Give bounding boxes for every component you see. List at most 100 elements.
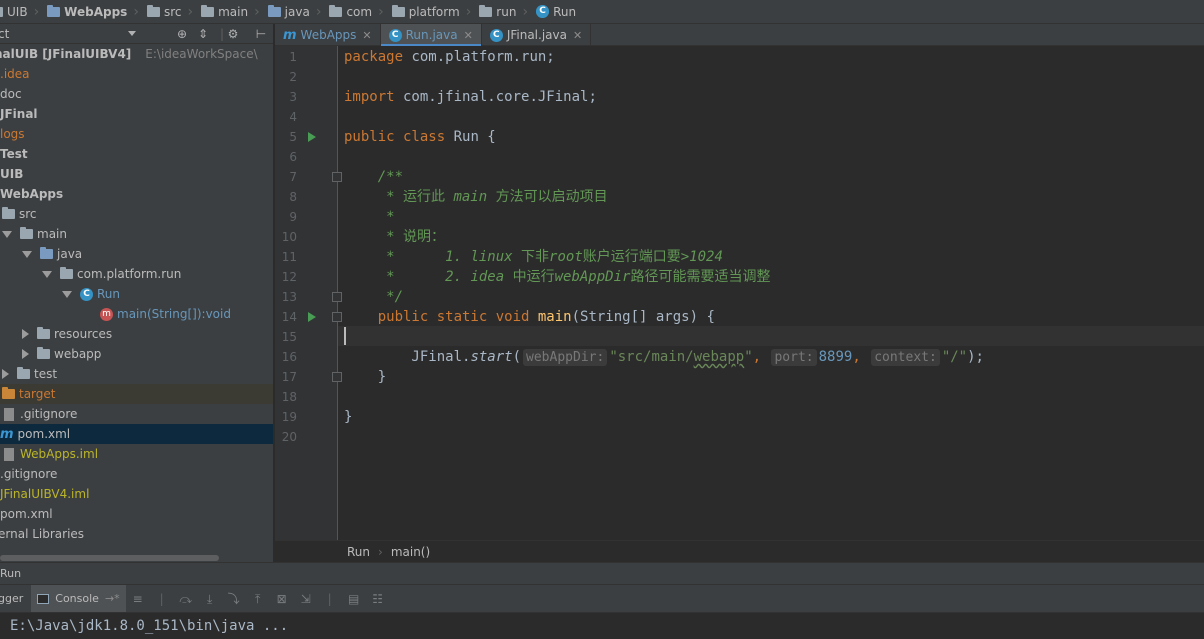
line-number: 4 [289, 110, 297, 124]
fold-icon[interactable] [332, 172, 342, 182]
close-icon[interactable]: ✕ [362, 29, 371, 42]
chevron-down-icon[interactable] [128, 31, 136, 36]
line-number: 13 [281, 290, 297, 304]
chevron-right-icon[interactable] [22, 349, 29, 359]
tab-console-label: Console [55, 591, 99, 605]
tab-run-java[interactable]: C Run.java ✕ [380, 24, 482, 47]
tree-item-logs[interactable]: logs [0, 124, 273, 144]
tab-webapps[interactable]: m WebApps ✕ [275, 24, 381, 46]
project-view-selector[interactable]: ct [0, 27, 9, 41]
code-text: , [852, 349, 870, 365]
doc-text: 中运行 [504, 269, 555, 285]
tree-item-label: src [19, 207, 37, 221]
code-text: ); [967, 349, 984, 365]
show-execution-point-icon[interactable]: ≡ [130, 591, 146, 607]
fold-icon[interactable] [332, 312, 342, 322]
run-to-cursor-icon[interactable]: ⇲ [298, 591, 314, 607]
chevron-down-icon[interactable] [2, 230, 12, 238]
breadcrumb-item-run-pkg[interactable]: run › [477, 0, 534, 23]
chevron-down-icon[interactable] [62, 290, 72, 298]
keyword: public static void [344, 309, 538, 325]
tree-item-gitignore[interactable]: .gitignore [0, 404, 273, 424]
step-into-icon[interactable]: ⤓ [202, 591, 218, 607]
tree-item-webapps-iml[interactable]: WebApps.iml [0, 444, 273, 464]
breadcrumb-item-platform[interactable]: platform › [390, 0, 478, 23]
breadcrumb-item-uib[interactable]: UIB › [0, 0, 45, 23]
step-out-icon[interactable]: ⤒ [250, 591, 266, 607]
target-icon[interactable]: ⊕ [175, 27, 189, 41]
tree-item-webapps[interactable]: WebApps [0, 184, 273, 204]
chevron-right-icon[interactable] [22, 329, 29, 339]
force-step-into-icon[interactable]: ⤵ [226, 591, 242, 607]
pin-arrow-icon[interactable]: →* [105, 585, 120, 613]
tree-item-main[interactable]: main [0, 224, 273, 244]
breadcrumb-item-com[interactable]: com › [327, 0, 389, 23]
horizontal-scrollbar[interactable] [0, 555, 219, 561]
tree-item-src[interactable]: src [0, 204, 273, 224]
breadcrumb-item-run-class[interactable]: C Run [534, 0, 582, 23]
tree-item-main-method[interactable]: m main(String[]):void [0, 304, 273, 324]
tree-item-jfinal[interactable]: JFinal [0, 104, 273, 124]
tree-item-target[interactable]: target [0, 384, 273, 404]
tree-item-root-iml[interactable]: JFinalUIBV4.iml [0, 484, 273, 504]
tree-item-idea[interactable]: .idea [0, 64, 273, 84]
step-over-icon[interactable]: ⤼ [178, 591, 194, 607]
breadcrumb-label: java [284, 4, 310, 19]
line-number: 16 [281, 350, 297, 364]
breadcrumb-label: run [496, 4, 517, 19]
tab-label: Run.java [405, 28, 458, 42]
code-line-1: package com.platform.run; [344, 47, 555, 67]
tree-item-root-pom[interactable]: pom.xml [0, 504, 273, 524]
evaluate-expression-icon[interactable]: ▤ [346, 591, 362, 607]
close-icon[interactable]: ✕ [464, 29, 473, 42]
tab-jfinal-java[interactable]: C JFinal.java ✕ [482, 24, 592, 46]
tree-item-test[interactable]: Test [0, 144, 273, 164]
tree-item-pom[interactable]: m pom.xml [0, 424, 273, 444]
tree-item-resources[interactable]: resources [0, 324, 273, 344]
chevron-right-icon: › [133, 3, 139, 20]
doc-text: * 2. [344, 269, 471, 285]
line-number: 5 [289, 130, 297, 144]
breadcrumb-label: WebApps [64, 4, 128, 19]
drop-frame-icon[interactable]: ⊠ [274, 591, 290, 607]
run-gutter-icon[interactable] [308, 132, 316, 142]
breadcrumb-item-webapps[interactable]: WebApps › [45, 0, 145, 23]
tree-item-root[interactable]: nalUIB [JFinalUIBV4] E:\ideaWorkSpace\ [0, 44, 273, 64]
tree-item-external-libraries[interactable]: ernal Libraries [0, 524, 273, 544]
chevron-down-icon[interactable] [22, 250, 32, 258]
tree-item-webapp[interactable]: webapp [0, 344, 273, 364]
close-icon[interactable]: ✕ [573, 29, 582, 42]
breadcrumb-item-java[interactable]: java › [266, 0, 328, 23]
run-gutter-icon[interactable] [308, 312, 316, 322]
tree-item-uib[interactable]: UIB [0, 164, 273, 184]
gear-icon[interactable]: ⚙ [226, 27, 240, 41]
line-number: 3 [289, 90, 297, 104]
code-editor[interactable]: 1 2 3 4 5 6 7 8 9 10 11 12 13 14 15 16 1… [275, 46, 1204, 540]
chevron-down-icon[interactable] [42, 270, 52, 278]
trace-icon[interactable]: ☷ [370, 591, 386, 607]
tree-item-package[interactable]: com.platform.run [0, 264, 273, 284]
console-output[interactable]: E:\Java\jdk1.8.0_151\bin\java ... [0, 612, 1204, 639]
editor-breadcrumb-method[interactable]: main() [391, 545, 430, 559]
chevron-right-icon: › [254, 3, 260, 20]
breadcrumb-item-src[interactable]: src › [145, 0, 199, 23]
breadcrumb-item-main[interactable]: main › [199, 0, 266, 23]
tab-console[interactable]: Console →* [31, 584, 126, 613]
code-text: com.jfinal.core.JFinal; [394, 89, 597, 105]
folder-icon [479, 4, 493, 17]
tree-item-root-gitignore[interactable]: .gitignore [0, 464, 273, 484]
chevron-right-icon[interactable] [2, 369, 9, 379]
tree-item-run-class[interactable]: C Run [0, 284, 273, 304]
tree-item-test-folder[interactable]: test [0, 364, 273, 384]
doc-text: 路径可能需要适当调整 [630, 269, 771, 285]
editor-breadcrumb-class[interactable]: Run [347, 545, 370, 559]
tree-item-java[interactable]: java [0, 244, 273, 264]
tree-item-label: main(String[]):void [117, 307, 231, 321]
source-folder-icon [40, 247, 53, 259]
fold-icon[interactable] [332, 292, 342, 302]
fold-icon[interactable] [332, 372, 342, 382]
collapse-all-icon[interactable]: ⇕ [196, 27, 210, 41]
tab-debugger[interactable]: gger [0, 585, 31, 613]
hide-panel-icon[interactable]: ⊢ [254, 27, 268, 41]
tree-item-doc[interactable]: doc [0, 84, 273, 104]
